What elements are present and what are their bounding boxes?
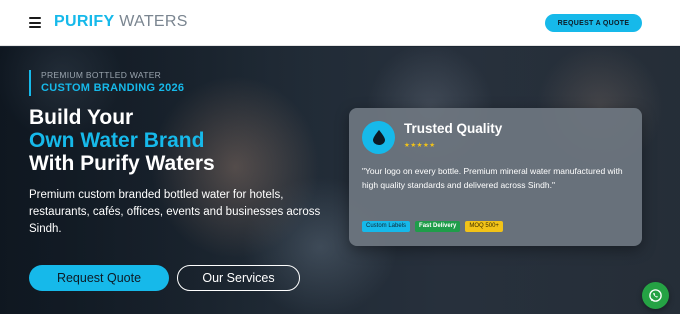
hero-headline: Build Your Own Water Brand With Purify W… <box>29 106 215 175</box>
hero-section: PREMIUM BOTTLED WATER CUSTOM BRANDING 20… <box>0 47 680 314</box>
card-title: Trusted Quality <box>404 121 503 136</box>
our-services-button[interactable]: Our Services <box>177 265 300 291</box>
navbar: PURIFY WATERS REQUEST A QUOTE <box>0 0 680 46</box>
headline-line-1: Build Your <box>29 106 134 129</box>
card-quote: "Your logo on every bottle. Premium mine… <box>362 166 623 190</box>
hero-description: Premium custom branded bottled water for… <box>29 189 321 235</box>
whatsapp-icon[interactable] <box>642 282 669 309</box>
star-rating: ★★★★★ <box>404 142 436 149</box>
hamburger-menu-icon[interactable] <box>29 17 41 28</box>
tag-fast-delivery: Fast Delivery <box>415 221 461 232</box>
logo-light-text: WATERS <box>119 13 188 30</box>
feature-tags: Custom Labels Fast Delivery MOQ 500+ <box>362 221 503 232</box>
eyebrow-line-2: CUSTOM BRANDING 2026 <box>41 82 185 94</box>
water-drop-icon <box>362 121 395 154</box>
headline-line-3: With Purify Waters <box>29 152 215 175</box>
hero-eyebrow: PREMIUM BOTTLED WATER CUSTOM BRANDING 20… <box>29 70 184 96</box>
tag-custom-labels: Custom Labels <box>362 221 411 232</box>
trusted-quality-card: Trusted Quality ★★★★★ "Your logo on ever… <box>349 108 642 246</box>
headline-line-2: Own Water Brand <box>29 129 205 152</box>
logo-bold-text: PURIFY <box>54 13 115 30</box>
logo[interactable]: PURIFY WATERS <box>54 13 188 31</box>
eyebrow-line-1: PREMIUM BOTTLED WATER <box>41 70 162 80</box>
request-a-quote-nav-button[interactable]: REQUEST A QUOTE <box>545 14 642 32</box>
request-quote-button[interactable]: Request Quote <box>29 265 169 291</box>
tag-moq: MOQ 500+ <box>465 221 503 232</box>
